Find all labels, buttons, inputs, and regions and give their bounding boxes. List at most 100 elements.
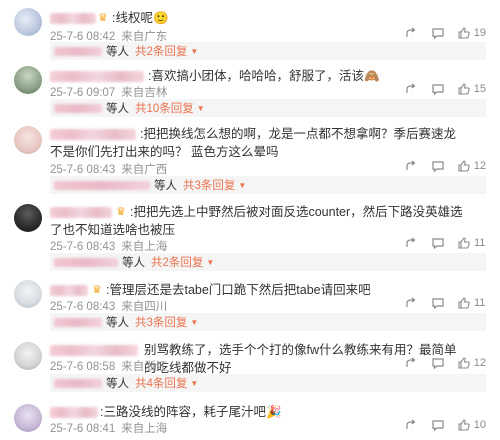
comment-actions: 11 xyxy=(393,296,486,310)
reply-who: 等人 xyxy=(106,103,129,115)
comment-meta: 25-7-6 08:58 来自浙江 xyxy=(50,358,173,374)
reply-summary[interactable]: 等人 共2条回复 ▼ xyxy=(50,253,486,271)
comment-actions: 19 xyxy=(393,26,486,40)
thumbs-up-icon[interactable] xyxy=(457,296,471,310)
reply-count[interactable]: 共4条回复 xyxy=(135,375,187,391)
thumbs-up-icon[interactable] xyxy=(457,418,471,432)
username-blurred[interactable] xyxy=(50,285,88,296)
comment-location: 来自广西 xyxy=(121,164,168,176)
avatar[interactable] xyxy=(14,8,42,36)
thumbs-up-icon[interactable] xyxy=(457,356,471,370)
comment-item: :喜欢搞小团体，哈哈哈，舒服了，活该🙈 25-7-6 09:07 来自吉林 15 … xyxy=(0,62,500,117)
like-count: 11 xyxy=(474,297,486,309)
avatar[interactable] xyxy=(14,342,42,370)
username-blurred[interactable] xyxy=(50,345,138,356)
comment-actions: 12 xyxy=(393,159,486,173)
comment-actions: 12 xyxy=(393,356,486,370)
reply-user-blurred xyxy=(54,317,102,327)
reply-who: 等人 xyxy=(106,46,129,58)
comment-location: 来自四川 xyxy=(121,301,168,313)
reply-who: 等人 xyxy=(106,317,129,329)
reply-user-blurred xyxy=(54,46,102,56)
avatar[interactable] xyxy=(14,204,42,232)
username-blurred[interactable] xyxy=(50,13,96,24)
share-icon[interactable] xyxy=(405,82,419,96)
thumbs-up-icon[interactable] xyxy=(457,236,471,250)
share-icon[interactable] xyxy=(405,159,419,173)
reply-who: 等人 xyxy=(122,257,145,269)
comment-text: :线权呢🙂 xyxy=(112,11,169,25)
like-count: 15 xyxy=(473,83,486,95)
like-count: 11 xyxy=(474,237,486,249)
comment-item: ♛ :管理层还是去tabe门口跪下然后把tabe请回来吧 25-7-6 08:4… xyxy=(0,276,500,332)
reply-who: 等人 xyxy=(154,180,177,192)
comment-date: 25-7-6 09:07 xyxy=(50,87,116,99)
chevron-down-icon: ▼ xyxy=(190,378,199,388)
avatar[interactable] xyxy=(14,404,42,432)
thumbs-up-icon[interactable] xyxy=(457,26,471,40)
reply-summary[interactable]: 等人 共3条回复 ▼ xyxy=(50,313,486,331)
comment-icon[interactable] xyxy=(431,296,445,310)
comment-icon[interactable] xyxy=(431,356,445,370)
thumbs-up-icon[interactable] xyxy=(457,159,471,173)
reply-user-blurred xyxy=(54,257,118,267)
avatar[interactable] xyxy=(14,66,42,94)
chevron-down-icon: ▼ xyxy=(238,180,247,190)
comment-meta: 25-7-6 08:43 来自四川 xyxy=(50,298,173,314)
reply-summary[interactable]: 等人 共3条回复 ▼ xyxy=(50,176,486,194)
comment-location: 来自浙江 xyxy=(121,361,168,373)
like-count: 12 xyxy=(473,357,486,369)
comment-meta: 25-7-6 08:41 来自上海 xyxy=(50,420,173,436)
comment-actions: 10 xyxy=(393,418,486,432)
reply-user-blurred xyxy=(54,180,150,190)
comment-icon[interactable] xyxy=(431,418,445,432)
like-count: 19 xyxy=(473,27,486,39)
reply-count[interactable]: 共2条回复 xyxy=(135,43,187,59)
share-icon[interactable] xyxy=(405,296,419,310)
comment-item: 别骂教练了，选手个个打的像fw什么教练来有用？最简单的吃线都做不好 25-7-6… xyxy=(0,336,500,394)
reply-summary[interactable]: 等人 共4条回复 ▼ xyxy=(50,374,486,392)
comment-meta: 25-7-6 08:43 来自上海 xyxy=(50,238,173,254)
comment-date: 25-7-6 08:58 xyxy=(50,361,116,373)
share-icon[interactable] xyxy=(405,356,419,370)
comment-icon[interactable] xyxy=(431,236,445,250)
reply-count[interactable]: 共3条回复 xyxy=(183,177,235,193)
like-count: 10 xyxy=(473,419,486,431)
chevron-down-icon: ▼ xyxy=(206,257,215,267)
comment-location: 来自吉林 xyxy=(121,87,168,99)
comment-location: 来自上海 xyxy=(121,241,168,253)
comment-actions: 11 xyxy=(393,236,486,250)
like-count: 12 xyxy=(473,160,486,172)
username-blurred[interactable] xyxy=(50,407,98,418)
chevron-down-icon: ▼ xyxy=(196,103,205,113)
username-blurred[interactable] xyxy=(50,71,144,82)
comment-item: :把把换线怎么想的啊，龙是一点都不想拿啊？季后赛速龙不是你们先打出来的吗？ 蓝色… xyxy=(0,120,500,194)
comment-meta: 25-7-6 09:07 来自吉林 xyxy=(50,84,173,100)
reply-user-blurred xyxy=(54,103,102,113)
avatar[interactable] xyxy=(14,280,42,308)
comment-item: ♛ :线权呢🙂 25-7-6 08:42 来自广东 19 等人 共2条回复 ▼ xyxy=(0,4,500,60)
comment-meta: 25-7-6 08:43 来自广西 xyxy=(50,161,173,177)
comment-text: :把把先选上中野然后被对面反选counter，然后下路没英雄选了也不知道选啥也被… xyxy=(50,205,463,237)
comment-date: 25-7-6 08:41 xyxy=(50,423,116,435)
reply-count[interactable]: 共3条回复 xyxy=(135,314,187,330)
comment-icon[interactable] xyxy=(431,26,445,40)
comment-actions: 15 xyxy=(393,82,486,96)
reply-count[interactable]: 共2条回复 xyxy=(151,254,203,270)
avatar[interactable] xyxy=(14,126,42,154)
comment-icon[interactable] xyxy=(431,159,445,173)
reply-count[interactable]: 共10条回复 xyxy=(135,100,194,116)
reply-who: 等人 xyxy=(106,378,129,390)
comment-date: 25-7-6 08:43 xyxy=(50,164,116,176)
comment-icon[interactable] xyxy=(431,82,445,96)
crown-icon: ♛ xyxy=(92,284,102,296)
comment-date: 25-7-6 08:43 xyxy=(50,301,116,313)
share-icon[interactable] xyxy=(405,26,419,40)
chevron-down-icon: ▼ xyxy=(190,46,199,56)
comment-date: 25-7-6 08:43 xyxy=(50,241,116,253)
reply-summary[interactable]: 等人 共10条回复 ▼ xyxy=(50,99,486,117)
share-icon[interactable] xyxy=(405,236,419,250)
share-icon[interactable] xyxy=(405,418,419,432)
thumbs-up-icon[interactable] xyxy=(457,82,471,96)
reply-summary[interactable]: 等人 共2条回复 ▼ xyxy=(50,42,486,60)
